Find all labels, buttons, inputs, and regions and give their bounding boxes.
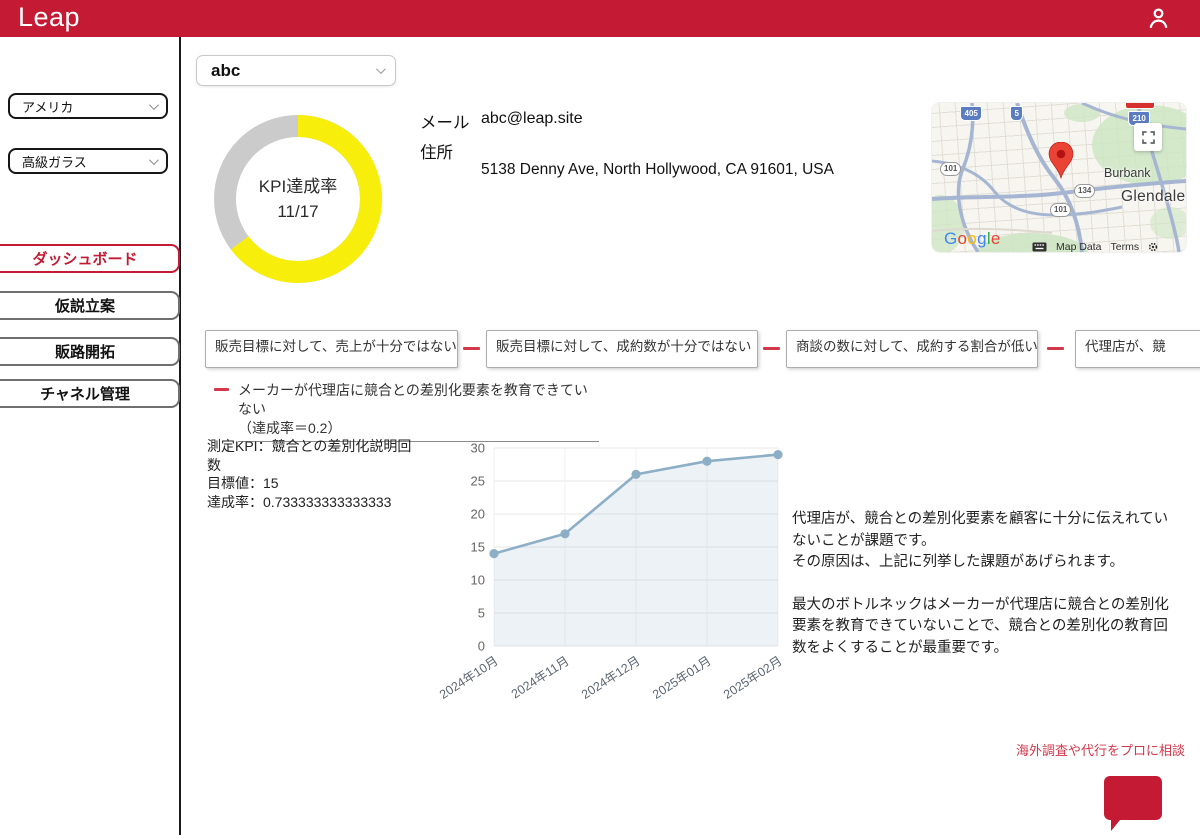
app-header: Leap [0, 0, 1200, 37]
hypothesis-box-1[interactable]: 販売目標に対して、売上が十分ではない [205, 330, 458, 368]
map-route-banner [1125, 103, 1155, 109]
analysis-text: 代理店が、競合との差別化要素を顧客に十分に伝えれていないことが課題です。 その原… [792, 509, 1170, 659]
svg-text:0: 0 [478, 639, 485, 654]
svg-text:2024年11月: 2024年11月 [509, 654, 572, 702]
analysis-paragraph-1: 代理店が、競合との差別化要素を顧客に十分に伝えれていないことが課題です。 その原… [792, 509, 1170, 574]
svg-text:2024年10月: 2024年10月 [437, 654, 501, 702]
svg-text:5: 5 [478, 606, 485, 621]
country-select[interactable]: アメリカ [8, 93, 168, 119]
interstate-5-shield: 5 [1010, 106, 1023, 121]
consult-link[interactable]: 海外調査や代行をプロに相談 [1016, 740, 1185, 759]
map-terms-link[interactable]: Terms [1111, 241, 1140, 252]
keyboard-icon [1032, 242, 1047, 252]
chain-connector [1047, 347, 1064, 350]
kpi-detail-text: 測定KPI：競合との差別化説明回数 目標値：15 達成率：0.733333333… [207, 437, 421, 511]
hypothesis-box-2[interactable]: 販売目標に対して、成約数が十分ではない [486, 330, 758, 368]
address-value: 5138 Denny Ave, North Hollywood, CA 9160… [481, 161, 834, 179]
sidebar-item-label: チャネル管理 [40, 383, 130, 404]
svg-text:2024年12月: 2024年12月 [579, 654, 643, 702]
google-logo: Google [944, 229, 1001, 249]
kpi-line-chart: 0510152025302024年10月2024年11月2024年12月2025… [432, 432, 794, 722]
interstate-405-shield: 405 [960, 106, 982, 121]
analysis-paragraph-2: 最大のボトルネックはメーカーが代理店に競合との差別化要素を教育できていないことで… [792, 595, 1170, 660]
bottleneck-line1: メーカーが代理店に競合との差別化要素を教育できていない [238, 381, 599, 419]
sidebar-item-label: 販路開拓 [55, 341, 115, 362]
map-widget[interactable]: 405 5 210 101 134 101 Burbank Glendale G… [932, 103, 1186, 252]
line-chart-canvas: 0510152025302024年10月2024年11月2024年12月2025… [432, 432, 794, 717]
email-value: abc@leap.site [481, 110, 583, 128]
fullscreen-icon [1142, 131, 1155, 144]
map-city-burbank: Burbank [1104, 166, 1151, 180]
app-logo: Leap [18, 2, 80, 33]
product-select-value: 高級ガラス [22, 152, 87, 171]
sidebar-item-sales-channel[interactable]: 販路開拓 [0, 337, 180, 366]
kpi-rate-label: KPI達成率 [259, 174, 337, 199]
kpi-rate-value: 11/17 [277, 199, 318, 224]
svg-text:30: 30 [471, 441, 485, 456]
bottleneck-dash [214, 388, 229, 391]
kpi-donut-chart: KPI達成率 11/17 [213, 114, 383, 284]
country-select-value: アメリカ [22, 97, 73, 116]
svg-text:2025年01月: 2025年01月 [650, 654, 714, 702]
map-attribution: Map Data Terms [1032, 241, 1158, 252]
sidebar-item-hypothesis[interactable]: 仮説立案 [0, 291, 180, 320]
hypothesis-box-3[interactable]: 商談の数に対して、成約する割合が低い [786, 330, 1038, 368]
project-select-value: abc [211, 61, 240, 81]
chevron-down-icon [149, 155, 159, 165]
chain-connector [763, 347, 780, 350]
project-select[interactable]: abc [196, 55, 396, 86]
sidebar-item-channel-management[interactable]: チャネル管理 [0, 379, 180, 408]
chain-connector [463, 347, 480, 350]
map-data-label[interactable]: Map Data [1056, 241, 1102, 252]
sidebar: アメリカ 高級ガラス ダッシュボード 仮説立案 販路開拓 チャネル管理 [0, 37, 181, 835]
map-city-glendale: Glendale [1121, 188, 1185, 206]
svg-text:20: 20 [471, 507, 485, 522]
svg-text:15: 15 [471, 540, 485, 555]
product-select[interactable]: 高級ガラス [8, 148, 168, 174]
account-icon[interactable] [1145, 5, 1172, 32]
hypothesis-box-4[interactable]: 代理店が、競 [1075, 330, 1200, 368]
donut-center-label: KPI達成率 11/17 [213, 114, 383, 284]
us-101-shield: 101 [940, 162, 961, 176]
hypothesis-text: 販売目標に対して、成約数が十分ではない [496, 339, 751, 354]
hypothesis-text: 商談の数に対して、成約する割合が低い [796, 339, 1038, 354]
sidebar-item-dashboard[interactable]: ダッシュボード [0, 244, 180, 273]
app-window: Leap アメリカ 高級ガラス ダッシュボード 仮説立案 販路開拓 チャネル管理 [0, 0, 1200, 835]
state-134-shield: 134 [1074, 184, 1095, 198]
email-label: メール [420, 109, 470, 133]
svg-text:2025年02月: 2025年02月 [721, 654, 785, 702]
address-label: 住所 [420, 139, 453, 163]
hypothesis-text: 販売目標に対して、売上が十分ではない [215, 339, 457, 354]
chevron-down-icon [376, 64, 386, 74]
hypothesis-text: 代理店が、競 [1085, 339, 1166, 354]
map-fullscreen-button[interactable] [1134, 123, 1162, 151]
map-pin-icon [1048, 142, 1074, 179]
us-101-shield: 101 [1050, 203, 1071, 217]
sidebar-item-label: 仮説立案 [55, 295, 115, 316]
svg-text:25: 25 [471, 474, 485, 489]
chevron-down-icon [149, 100, 159, 110]
chat-bubble-icon[interactable] [1104, 776, 1162, 832]
svg-text:10: 10 [471, 573, 485, 588]
privacy-icon [1148, 242, 1158, 252]
sidebar-item-label: ダッシュボード [32, 248, 137, 269]
